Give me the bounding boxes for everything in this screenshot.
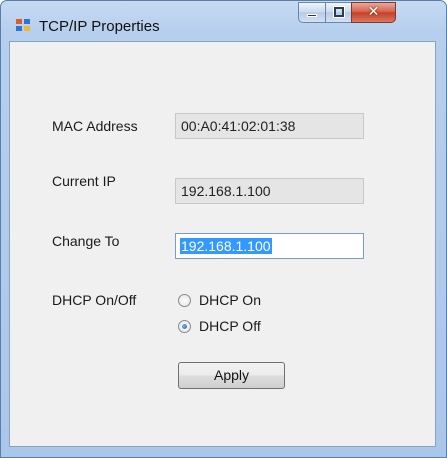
change-to-input[interactable]: 192.168.1.100 bbox=[175, 233, 364, 259]
dhcp-on-label: DHCP On bbox=[199, 292, 261, 308]
maximize-button[interactable] bbox=[325, 2, 351, 23]
maximize-icon bbox=[334, 7, 344, 17]
network-app-icon bbox=[16, 19, 30, 31]
form-client-area: MAC Address 00:A0:41:02:01:38 Current IP… bbox=[9, 41, 436, 447]
dhcp-on-radio[interactable]: DHCP On bbox=[178, 291, 261, 309]
apply-button[interactable]: Apply bbox=[178, 362, 285, 389]
close-icon: ✕ bbox=[367, 4, 380, 20]
window-title: TCP/IP Properties bbox=[39, 18, 160, 35]
change-to-label: Change To bbox=[52, 233, 120, 249]
minimize-icon bbox=[307, 14, 317, 17]
minimize-button[interactable] bbox=[298, 2, 325, 23]
dhcp-off-label: DHCP Off bbox=[199, 318, 261, 334]
title-bar[interactable]: TCP/IP Properties ✕ bbox=[1, 1, 446, 41]
dhcp-label: DHCP On/Off bbox=[52, 292, 137, 308]
dhcp-off-radio[interactable]: DHCP Off bbox=[178, 317, 261, 335]
mac-address-label: MAC Address bbox=[52, 118, 138, 134]
current-ip-field: 192.168.1.100 bbox=[175, 178, 364, 204]
dhcp-off-radio-button[interactable] bbox=[178, 319, 191, 333]
current-ip-label: Current IP bbox=[52, 173, 116, 189]
mac-address-field: 00:A0:41:02:01:38 bbox=[175, 113, 364, 139]
change-to-selected-text: 192.168.1.100 bbox=[180, 238, 272, 254]
tcpip-properties-window: TCP/IP Properties ✕ MAC Address 00:A0:41… bbox=[0, 0, 447, 458]
dhcp-on-radio-button[interactable] bbox=[178, 293, 191, 307]
caption-buttons: ✕ bbox=[298, 2, 441, 23]
close-button[interactable]: ✕ bbox=[351, 2, 396, 23]
